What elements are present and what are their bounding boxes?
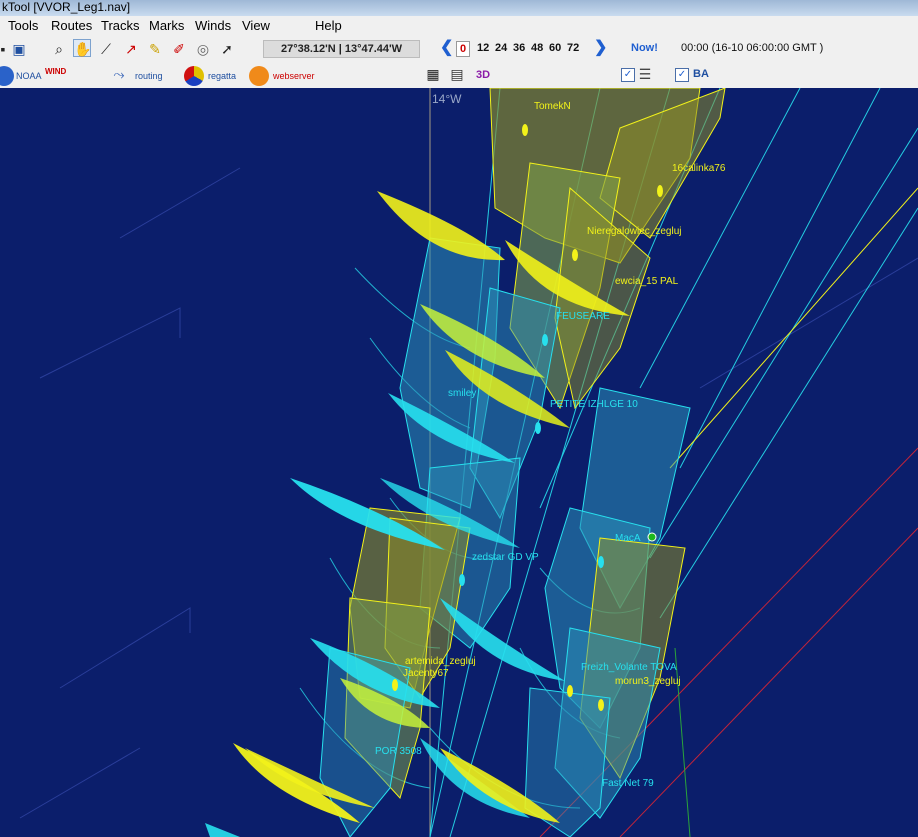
ba-label[interactable]: BA bbox=[693, 68, 709, 80]
layers-list-icon[interactable]: ☰ bbox=[636, 65, 654, 83]
menu-routes[interactable]: Routes bbox=[51, 18, 92, 34]
regatta-logo-icon[interactable] bbox=[184, 66, 204, 86]
time-step-48[interactable]: 48 bbox=[531, 41, 543, 55]
routing-icon[interactable]: ⤳ bbox=[110, 65, 128, 83]
pointer-icon[interactable]: ➚ bbox=[218, 40, 236, 58]
view-3d-button[interactable]: 3D bbox=[476, 69, 490, 81]
zoom-icon[interactable]: ⌕ bbox=[50, 40, 68, 58]
boat-label-artemida: artemida_zegluj bbox=[405, 656, 476, 667]
pan-hand-icon[interactable]: ✋ bbox=[73, 39, 91, 57]
boat-label-nieregalowiec: Nieregalowiec_zegluj bbox=[587, 226, 682, 237]
menu-bar: Tools Routes Tracks Marks Winds View Hel… bbox=[0, 16, 918, 36]
noaa-button[interactable]: NOAA bbox=[16, 70, 42, 82]
current-datetime: 00:00 (16-10 06:00:00 GMT ) bbox=[681, 42, 824, 54]
webserver-logo-icon[interactable] bbox=[249, 66, 269, 86]
routing-button[interactable]: routing bbox=[135, 70, 163, 82]
eraser-icon[interactable]: ✐ bbox=[170, 40, 188, 58]
boat-label-jacenty: Jacenty67 bbox=[403, 668, 449, 679]
phone-icon[interactable]: ▤ bbox=[448, 65, 466, 83]
boat-label-tomekn: TomekN bbox=[534, 101, 571, 112]
boat-label-feuseare: FEUSEARE bbox=[556, 311, 610, 322]
target-icon[interactable]: ◎ bbox=[194, 40, 212, 58]
layers-checkbox[interactable]: ✓ bbox=[621, 68, 635, 82]
boat-label-morun3: morun3_zegluj bbox=[615, 676, 681, 687]
save-icon[interactable]: ▣ bbox=[10, 40, 28, 58]
route-draw-icon[interactable]: ↗ bbox=[122, 40, 140, 58]
boat-label-fastnet: Fast Net 79 bbox=[602, 778, 654, 789]
webserver-button[interactable]: webserver bbox=[273, 70, 315, 82]
boat-label-smiley: smiley bbox=[448, 388, 476, 399]
boat-label-16calinka76: 16calinka76 bbox=[672, 163, 726, 174]
wind-button[interactable]: WIND bbox=[45, 66, 66, 78]
ba-checkbox[interactable]: ✓ bbox=[675, 68, 689, 82]
time-step-12[interactable]: 12 bbox=[477, 41, 489, 55]
time-step-60[interactable]: 60 bbox=[549, 41, 561, 55]
time-step-0[interactable]: 0 bbox=[456, 41, 471, 57]
prev-time-icon[interactable]: ❮ bbox=[440, 39, 453, 57]
window-title: kTool [VVOR_Leg1.nav] bbox=[2, 0, 131, 14]
boat-label-petite: PETITE IZHLGE 10 bbox=[550, 399, 638, 410]
pen-icon[interactable]: ✎ bbox=[146, 40, 164, 58]
menu-help[interactable]: Help bbox=[315, 18, 342, 34]
measure-icon[interactable]: ⟋ bbox=[97, 40, 115, 58]
window-titlebar: kTool [VVOR_Leg1.nav] bbox=[0, 0, 918, 16]
meridian-label: 14°W bbox=[432, 92, 462, 106]
boat-label-maca: MacA bbox=[615, 533, 641, 544]
own-boat-icon[interactable] bbox=[647, 532, 657, 542]
next-time-icon[interactable]: ❯ bbox=[594, 39, 607, 57]
boat-label-zedstar: zedstar GD VP bbox=[472, 552, 539, 563]
now-button[interactable]: Now! bbox=[631, 41, 658, 55]
menu-view[interactable]: View bbox=[242, 18, 270, 34]
chart-map-area[interactable]: 14°W TomekN 16calinka76 Nieregalowiec_ze… bbox=[0, 88, 918, 837]
menu-tools[interactable]: Tools bbox=[8, 18, 38, 34]
calculator-icon[interactable]: ▦ bbox=[424, 65, 442, 83]
menu-tracks[interactable]: Tracks bbox=[101, 18, 140, 34]
cursor-coordinates: 27°38.12'N | 13°47.44'W bbox=[263, 40, 420, 58]
time-step-36[interactable]: 36 bbox=[513, 41, 525, 55]
menu-marks[interactable]: Marks bbox=[149, 18, 184, 34]
boat-label-ewcia: ewcia_15 PAL bbox=[615, 276, 679, 287]
regatta-button[interactable]: regatta bbox=[208, 70, 236, 82]
boat-label-freizh: Freizh_Volante TOVA bbox=[581, 662, 677, 673]
boat-label-por: POR 3508 bbox=[375, 746, 422, 757]
time-step-24[interactable]: 24 bbox=[495, 41, 507, 55]
menu-winds[interactable]: Winds bbox=[195, 18, 231, 34]
time-step-72[interactable]: 72 bbox=[567, 41, 579, 55]
